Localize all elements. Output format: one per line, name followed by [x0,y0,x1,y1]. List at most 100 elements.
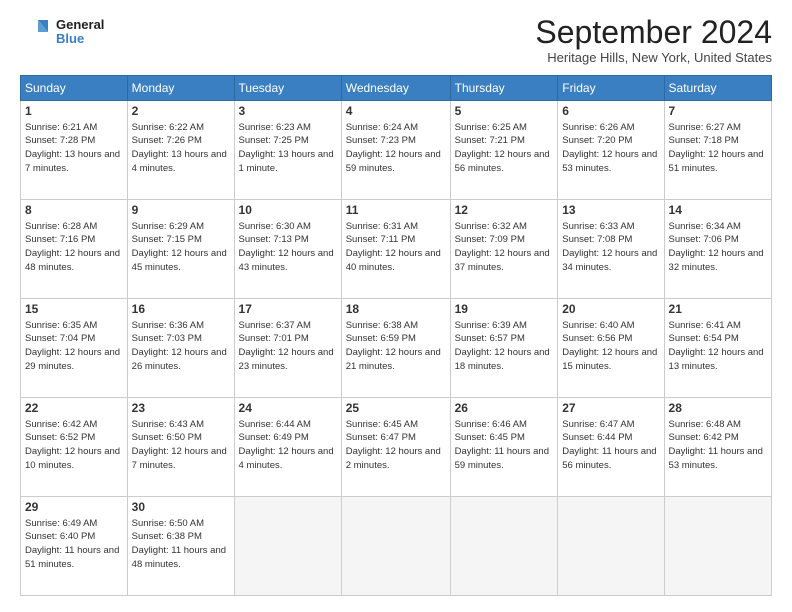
day-number: 17 [239,302,337,318]
calendar-cell: 14 Sunrise: 6:34 AMSunset: 7:06 PMDaylig… [664,200,771,299]
day-number: 3 [239,104,337,120]
calendar-cell [341,497,450,596]
cell-info: Sunrise: 6:50 AMSunset: 6:38 PMDaylight:… [132,518,226,570]
calendar-cell: 24 Sunrise: 6:44 AMSunset: 6:49 PMDaylig… [234,398,341,497]
day-number: 1 [25,104,123,120]
cell-info: Sunrise: 6:40 AMSunset: 6:56 PMDaylight:… [562,320,657,372]
title-block: September 2024 Heritage Hills, New York,… [535,16,772,65]
calendar-cell: 28 Sunrise: 6:48 AMSunset: 6:42 PMDaylig… [664,398,771,497]
day-number: 23 [132,401,230,417]
cell-info: Sunrise: 6:32 AMSunset: 7:09 PMDaylight:… [455,221,550,273]
calendar-cell: 26 Sunrise: 6:46 AMSunset: 6:45 PMDaylig… [450,398,558,497]
logo-text-general: General [56,18,104,32]
calendar-cell: 9 Sunrise: 6:29 AMSunset: 7:15 PMDayligh… [127,200,234,299]
logo-text-blue: Blue [56,32,104,46]
calendar-cell: 15 Sunrise: 6:35 AMSunset: 7:04 PMDaylig… [21,299,128,398]
day-number: 10 [239,203,337,219]
calendar-header-row: SundayMondayTuesdayWednesdayThursdayFrid… [21,76,772,101]
day-number: 12 [455,203,554,219]
calendar-cell: 27 Sunrise: 6:47 AMSunset: 6:44 PMDaylig… [558,398,664,497]
page: General Blue September 2024 Heritage Hil… [0,0,792,612]
calendar-cell: 13 Sunrise: 6:33 AMSunset: 7:08 PMDaylig… [558,200,664,299]
calendar-cell: 22 Sunrise: 6:42 AMSunset: 6:52 PMDaylig… [21,398,128,497]
calendar-header-wednesday: Wednesday [341,76,450,101]
cell-info: Sunrise: 6:23 AMSunset: 7:25 PMDaylight:… [239,122,334,174]
cell-info: Sunrise: 6:33 AMSunset: 7:08 PMDaylight:… [562,221,657,273]
calendar-header-thursday: Thursday [450,76,558,101]
cell-info: Sunrise: 6:24 AMSunset: 7:23 PMDaylight:… [346,122,441,174]
cell-info: Sunrise: 6:43 AMSunset: 6:50 PMDaylight:… [132,419,227,471]
logo-svg [20,16,52,48]
calendar-cell: 16 Sunrise: 6:36 AMSunset: 7:03 PMDaylig… [127,299,234,398]
day-number: 11 [346,203,446,219]
day-number: 24 [239,401,337,417]
day-number: 6 [562,104,659,120]
logo: General Blue [20,16,104,48]
cell-info: Sunrise: 6:29 AMSunset: 7:15 PMDaylight:… [132,221,227,273]
day-number: 5 [455,104,554,120]
calendar-cell: 18 Sunrise: 6:38 AMSunset: 6:59 PMDaylig… [341,299,450,398]
cell-info: Sunrise: 6:30 AMSunset: 7:13 PMDaylight:… [239,221,334,273]
calendar-cell: 30 Sunrise: 6:50 AMSunset: 6:38 PMDaylig… [127,497,234,596]
day-number: 26 [455,401,554,417]
calendar-cell: 5 Sunrise: 6:25 AMSunset: 7:21 PMDayligh… [450,101,558,200]
day-number: 18 [346,302,446,318]
calendar-week-2: 15 Sunrise: 6:35 AMSunset: 7:04 PMDaylig… [21,299,772,398]
day-number: 14 [669,203,767,219]
cell-info: Sunrise: 6:21 AMSunset: 7:28 PMDaylight:… [25,122,120,174]
cell-info: Sunrise: 6:25 AMSunset: 7:21 PMDaylight:… [455,122,550,174]
calendar-header-sunday: Sunday [21,76,128,101]
calendar-cell: 8 Sunrise: 6:28 AMSunset: 7:16 PMDayligh… [21,200,128,299]
cell-info: Sunrise: 6:46 AMSunset: 6:45 PMDaylight:… [455,419,549,471]
cell-info: Sunrise: 6:45 AMSunset: 6:47 PMDaylight:… [346,419,441,471]
day-number: 4 [346,104,446,120]
cell-info: Sunrise: 6:28 AMSunset: 7:16 PMDaylight:… [25,221,120,273]
calendar-cell: 7 Sunrise: 6:27 AMSunset: 7:18 PMDayligh… [664,101,771,200]
day-number: 20 [562,302,659,318]
day-number: 21 [669,302,767,318]
day-number: 22 [25,401,123,417]
cell-info: Sunrise: 6:36 AMSunset: 7:03 PMDaylight:… [132,320,227,372]
calendar-cell [234,497,341,596]
calendar-cell: 4 Sunrise: 6:24 AMSunset: 7:23 PMDayligh… [341,101,450,200]
cell-info: Sunrise: 6:49 AMSunset: 6:40 PMDaylight:… [25,518,119,570]
cell-info: Sunrise: 6:37 AMSunset: 7:01 PMDaylight:… [239,320,334,372]
calendar-cell: 29 Sunrise: 6:49 AMSunset: 6:40 PMDaylig… [21,497,128,596]
day-number: 25 [346,401,446,417]
cell-info: Sunrise: 6:47 AMSunset: 6:44 PMDaylight:… [562,419,656,471]
calendar-cell: 3 Sunrise: 6:23 AMSunset: 7:25 PMDayligh… [234,101,341,200]
day-number: 8 [25,203,123,219]
month-title: September 2024 [535,16,772,48]
calendar-week-0: 1 Sunrise: 6:21 AMSunset: 7:28 PMDayligh… [21,101,772,200]
cell-info: Sunrise: 6:44 AMSunset: 6:49 PMDaylight:… [239,419,334,471]
cell-info: Sunrise: 6:41 AMSunset: 6:54 PMDaylight:… [669,320,764,372]
calendar-cell: 17 Sunrise: 6:37 AMSunset: 7:01 PMDaylig… [234,299,341,398]
calendar-cell: 11 Sunrise: 6:31 AMSunset: 7:11 PMDaylig… [341,200,450,299]
cell-info: Sunrise: 6:34 AMSunset: 7:06 PMDaylight:… [669,221,764,273]
calendar-week-3: 22 Sunrise: 6:42 AMSunset: 6:52 PMDaylig… [21,398,772,497]
day-number: 16 [132,302,230,318]
cell-info: Sunrise: 6:26 AMSunset: 7:20 PMDaylight:… [562,122,657,174]
day-number: 13 [562,203,659,219]
cell-info: Sunrise: 6:38 AMSunset: 6:59 PMDaylight:… [346,320,441,372]
cell-info: Sunrise: 6:27 AMSunset: 7:18 PMDaylight:… [669,122,764,174]
day-number: 27 [562,401,659,417]
calendar-header-saturday: Saturday [664,76,771,101]
day-number: 7 [669,104,767,120]
day-number: 9 [132,203,230,219]
header: General Blue September 2024 Heritage Hil… [20,16,772,65]
calendar-week-4: 29 Sunrise: 6:49 AMSunset: 6:40 PMDaylig… [21,497,772,596]
calendar-cell [450,497,558,596]
calendar-cell: 23 Sunrise: 6:43 AMSunset: 6:50 PMDaylig… [127,398,234,497]
cell-info: Sunrise: 6:39 AMSunset: 6:57 PMDaylight:… [455,320,550,372]
calendar-cell: 2 Sunrise: 6:22 AMSunset: 7:26 PMDayligh… [127,101,234,200]
day-number: 2 [132,104,230,120]
cell-info: Sunrise: 6:42 AMSunset: 6:52 PMDaylight:… [25,419,120,471]
calendar-cell: 10 Sunrise: 6:30 AMSunset: 7:13 PMDaylig… [234,200,341,299]
day-number: 28 [669,401,767,417]
cell-info: Sunrise: 6:31 AMSunset: 7:11 PMDaylight:… [346,221,441,273]
calendar-cell: 20 Sunrise: 6:40 AMSunset: 6:56 PMDaylig… [558,299,664,398]
day-number: 30 [132,500,230,516]
cell-info: Sunrise: 6:35 AMSunset: 7:04 PMDaylight:… [25,320,120,372]
location: Heritage Hills, New York, United States [535,50,772,65]
